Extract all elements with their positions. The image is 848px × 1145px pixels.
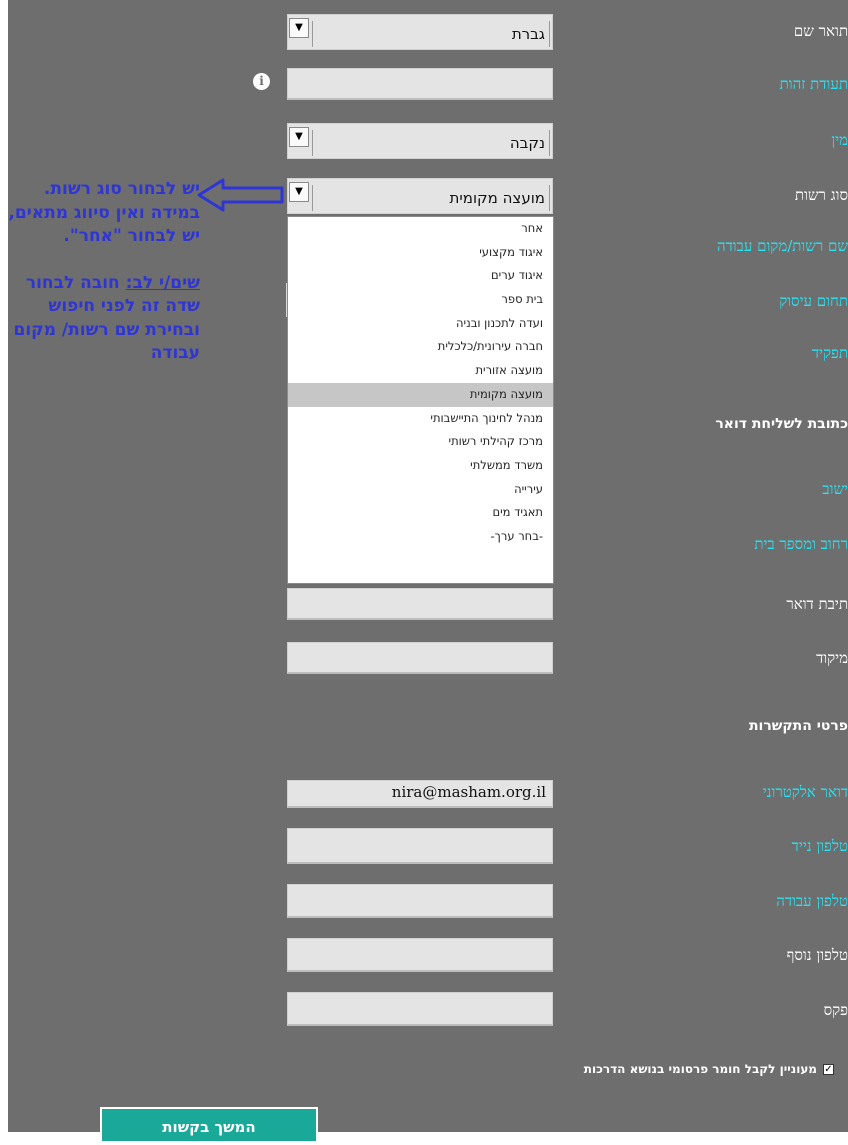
dropdown-option[interactable]: חברה עירונית/כלכלית bbox=[288, 335, 553, 359]
dropdown-option[interactable]: איגוד ערים bbox=[288, 264, 553, 288]
extra-phone-field[interactable] bbox=[287, 938, 553, 972]
authority-name-label: שם רשות/מקום עבודה bbox=[716, 237, 848, 255]
select-separator bbox=[312, 21, 313, 47]
dropdown-option[interactable]: אחר bbox=[288, 217, 553, 241]
po-box-field[interactable] bbox=[287, 588, 553, 620]
dropdown-option[interactable]: מועצה אזורית bbox=[288, 359, 553, 383]
settlement-label: ישוב bbox=[822, 480, 848, 498]
work-phone-label: טלפון עבודה bbox=[776, 892, 848, 910]
title-prefix-select[interactable]: גברת ▼ bbox=[287, 14, 553, 50]
annotation-line-2: שים/י לב: חובה לבחור שדה זה לפני חיפוש ו… bbox=[8, 272, 201, 366]
street-label: רחוב ומספר בית bbox=[754, 535, 848, 553]
id-number-field[interactable] bbox=[287, 68, 553, 100]
dropdown-option[interactable]: ועדה לתכנון ובניה bbox=[288, 312, 553, 336]
info-icon[interactable]: i bbox=[253, 73, 270, 90]
zip-label: מיקוד bbox=[816, 649, 848, 667]
fax-field[interactable] bbox=[287, 992, 553, 1026]
authority-type-label: סוג רשות bbox=[794, 186, 848, 204]
dropdown-option[interactable]: איגוד מקצועי bbox=[288, 241, 553, 265]
dropdown-option[interactable]: תאגיד מים bbox=[288, 501, 553, 525]
chevron-down-icon[interactable]: ▼ bbox=[289, 182, 309, 202]
title-prefix-label: תואר שם bbox=[793, 22, 848, 40]
dropdown-option[interactable]: מרכז קהילתי רשותי bbox=[288, 430, 553, 454]
mobile-field[interactable] bbox=[287, 828, 553, 864]
fax-label: פקס bbox=[823, 1001, 848, 1019]
dropdown-option[interactable]: -בחר ערך- bbox=[288, 525, 553, 549]
contact-heading: פרטי התקשרות bbox=[748, 718, 848, 734]
annotation-underlined: שים/י לב: bbox=[125, 272, 200, 293]
select-separator bbox=[312, 185, 313, 211]
zip-field[interactable] bbox=[287, 642, 553, 674]
newsletter-row[interactable]: ✓ מעוניין לקבל חומר פרסומי בנושא הדרכות bbox=[584, 1062, 834, 1076]
po-box-label: תיבת דואר bbox=[786, 595, 848, 613]
gender-select[interactable]: נקבה ▼ bbox=[287, 123, 553, 159]
gender-label: מין bbox=[831, 131, 848, 149]
work-phone-field[interactable] bbox=[287, 884, 553, 918]
authority-type-select[interactable]: מועצה מקומית ▼ bbox=[287, 178, 553, 214]
email-label: דואר אלקטרוני bbox=[762, 783, 848, 801]
dropdown-option[interactable]: מנהל לחינוך התיישבותי bbox=[288, 407, 553, 431]
left-arrow-icon bbox=[197, 178, 284, 212]
title-prefix-value: גברת bbox=[512, 21, 550, 47]
email-field[interactable]: nira@masham.org.il bbox=[287, 780, 553, 808]
chevron-down-icon[interactable]: ▼ bbox=[289, 18, 309, 38]
annotation-note: יש לבחור סוג רשות. במידה ואין סיווג מתאי… bbox=[8, 178, 200, 366]
extra-phone-label: טלפון נוסף bbox=[786, 946, 848, 964]
continue-button[interactable]: המשך בקשות bbox=[100, 1107, 318, 1143]
role-label: תפקיד bbox=[811, 344, 848, 362]
newsletter-label: מעוניין לקבל חומר פרסומי בנושא הדרכות bbox=[583, 1062, 817, 1076]
id-number-label: תעודת זהות bbox=[779, 75, 848, 93]
dropdown-option[interactable]: בית ספר bbox=[288, 288, 553, 312]
gender-value: נקבה bbox=[510, 130, 550, 156]
dropdown-option[interactable]: משרד ממשלתי bbox=[288, 454, 553, 478]
mailing-heading: כתובת לשליחת דואר bbox=[715, 416, 848, 432]
mobile-label: טלפון נייד bbox=[791, 837, 848, 855]
chevron-down-icon[interactable]: ▼ bbox=[289, 127, 309, 147]
dropdown-option[interactable]: עירייה bbox=[288, 478, 553, 502]
authority-type-value: מועצה מקומית bbox=[450, 185, 550, 211]
authority-type-dropdown[interactable]: אחר איגוד מקצועי איגוד ערים בית ספר ועדה… bbox=[287, 216, 554, 584]
annotation-line-1: יש לבחור סוג רשות. במידה ואין סיווג מתאי… bbox=[8, 179, 200, 246]
checkmark-icon[interactable]: ✓ bbox=[823, 1063, 834, 1075]
select-separator bbox=[312, 130, 313, 156]
dropdown-option-highlighted[interactable]: מועצה מקומית bbox=[288, 382, 553, 407]
occupation-field-label: תחום עיסוק bbox=[779, 292, 848, 310]
